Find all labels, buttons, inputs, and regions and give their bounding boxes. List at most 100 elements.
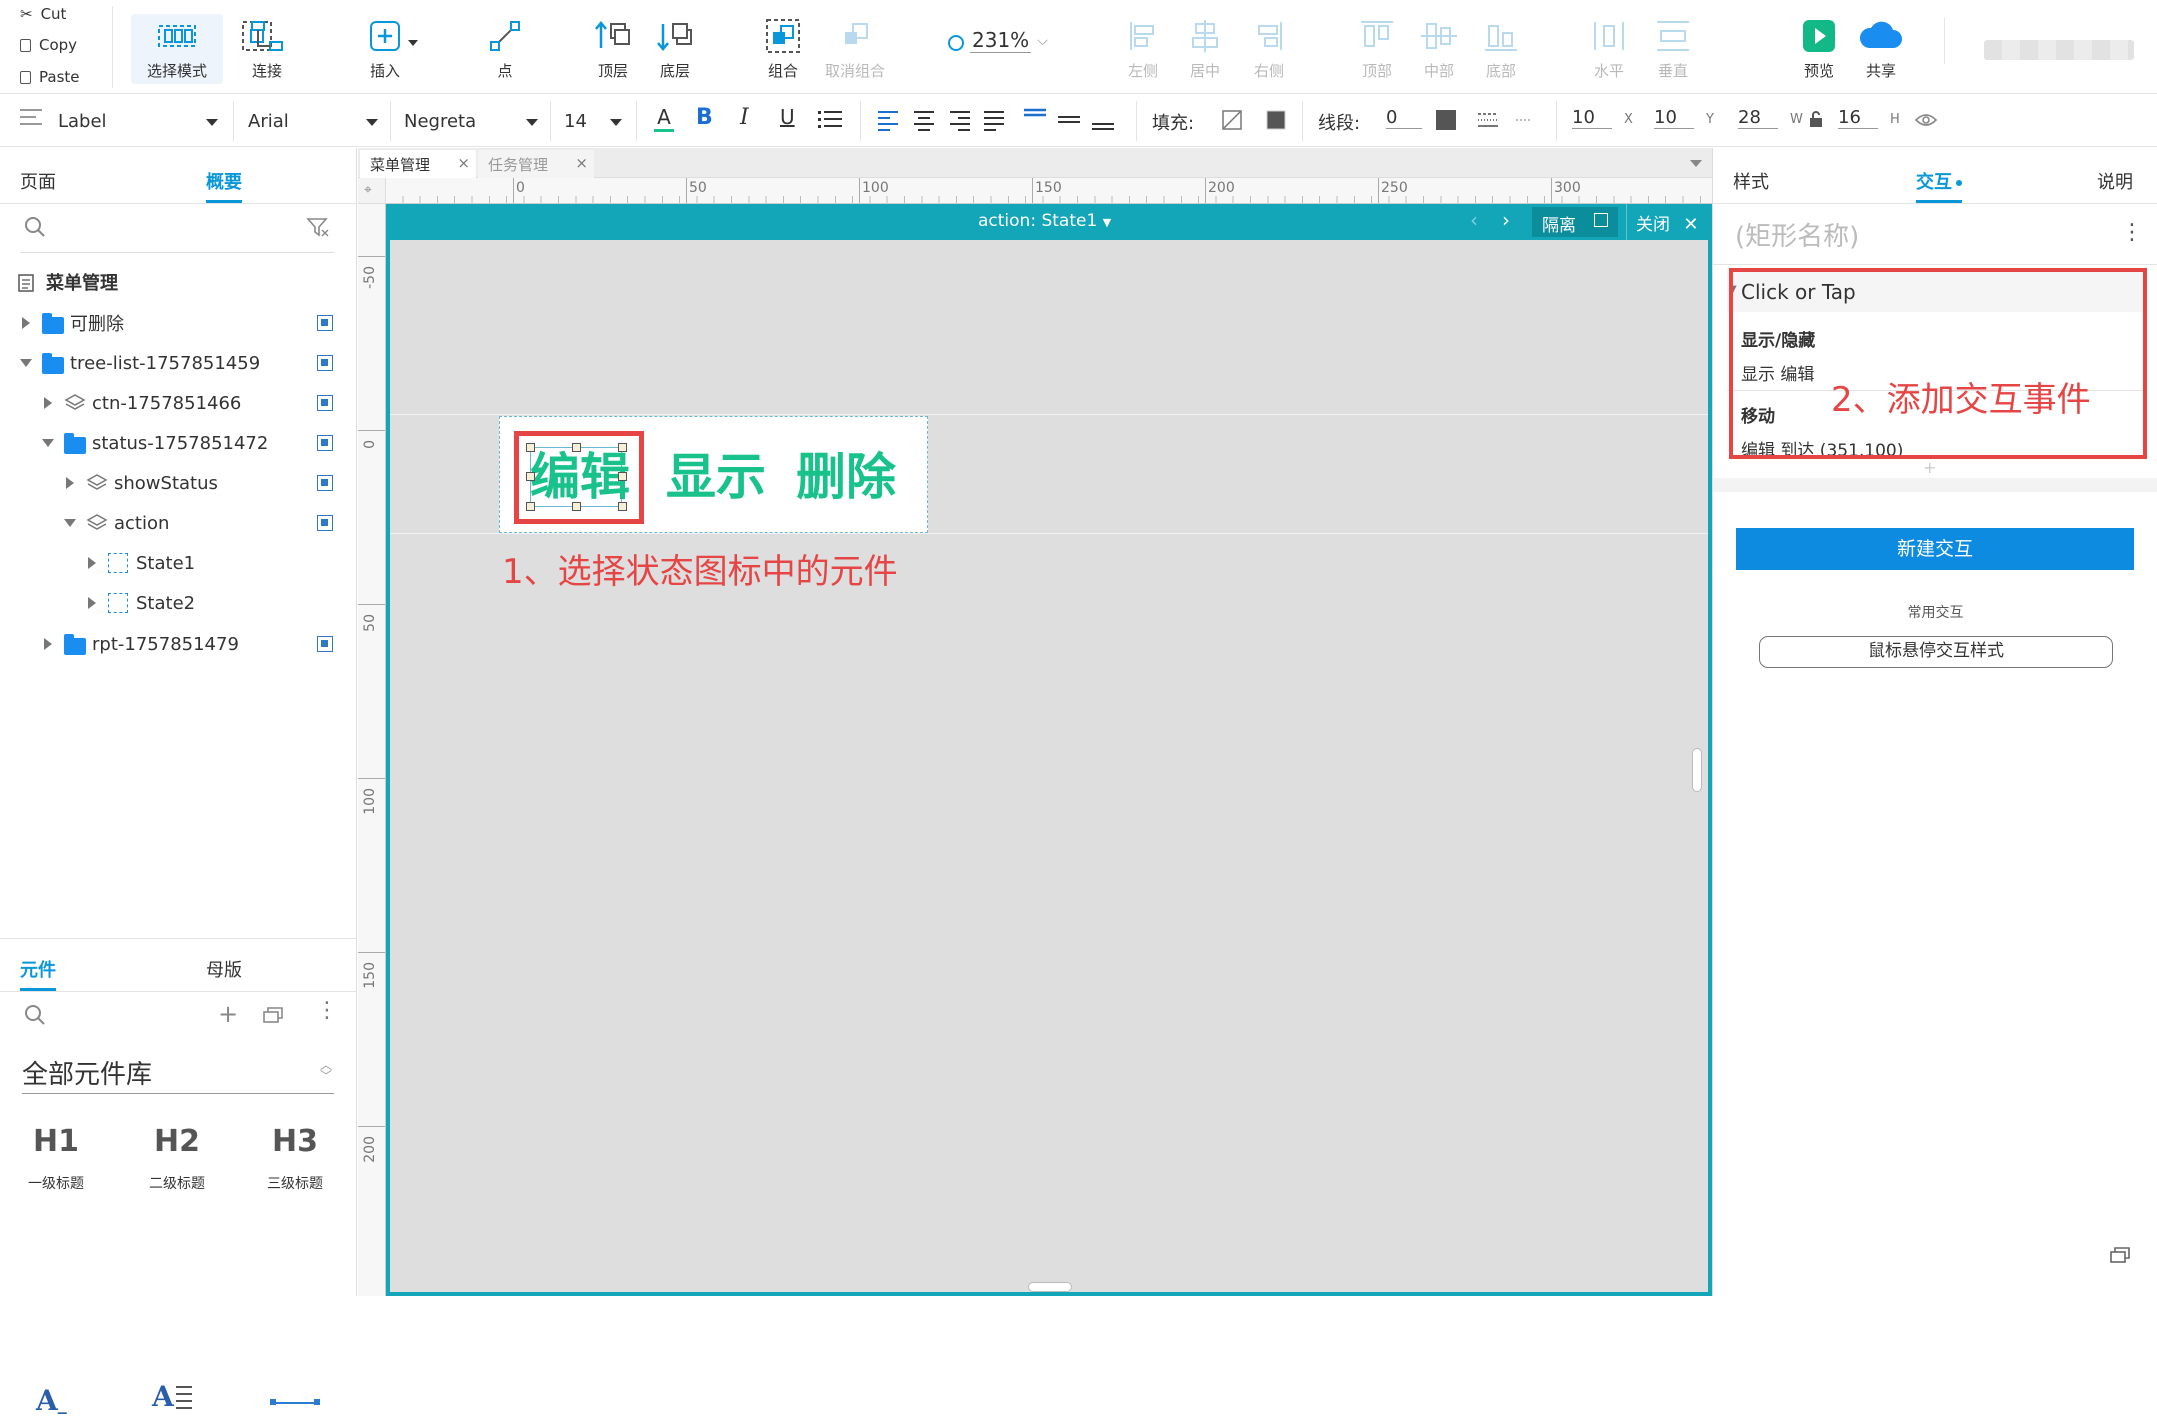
search-icon[interactable] [24, 216, 46, 238]
chevron-right-icon[interactable] [66, 477, 74, 489]
visibility-toggle-icon[interactable] [317, 435, 333, 451]
resize-handle[interactable] [526, 502, 535, 511]
widget-h3[interactable]: H3 三级标题 [264, 1124, 326, 1193]
insert-button[interactable]: 插入 [340, 14, 430, 84]
line-color-swatch-icon[interactable] [1436, 110, 1456, 130]
tab-menu-management[interactable]: 菜单管理 × [360, 150, 476, 178]
ungroup-button[interactable]: 取消组合 [810, 14, 900, 84]
tab-outline[interactable]: 概要 [206, 168, 242, 203]
font-size-select[interactable]: 14 [564, 103, 587, 139]
new-interaction-button[interactable]: 新建交互 [1736, 528, 2134, 570]
resize-handle[interactable] [572, 443, 581, 452]
chevron-right-icon[interactable] [88, 557, 96, 569]
insert-dropdown-icon[interactable] [408, 40, 418, 46]
y-input[interactable]: 10 [1654, 107, 1694, 129]
library-stack-icon[interactable] [262, 1006, 284, 1024]
share-button[interactable]: 共享 [1836, 14, 1926, 84]
restore-window-icon[interactable] [2109, 1246, 2131, 1264]
justify-text-icon[interactable] [982, 109, 1006, 131]
tree-item[interactable]: State2 [0, 583, 357, 623]
tab-task-management[interactable]: 任务管理 × [478, 150, 594, 178]
tabs-dropdown-icon[interactable] [1690, 160, 1702, 167]
tab-style[interactable]: 样式 [1733, 168, 1769, 194]
paste-button[interactable]: Paste [20, 68, 80, 86]
chevron-down-icon[interactable] [64, 519, 76, 527]
edit-text[interactable]: 编辑 [530, 447, 630, 507]
shadow-swatch-icon[interactable] [1266, 110, 1286, 130]
visibility-toggle-icon[interactable] [317, 355, 333, 371]
line-width-input[interactable]: 0 [1386, 107, 1422, 129]
close-tab-icon[interactable]: × [457, 154, 470, 172]
point-button[interactable]: 点 [460, 14, 550, 84]
chevron-right-icon[interactable] [88, 597, 96, 609]
align-bottom-button[interactable]: 底部 [1456, 14, 1546, 84]
visibility-toggle-icon[interactable] [317, 636, 333, 652]
tree-item[interactable]: rpt-1757851479 [0, 624, 357, 664]
bold-button[interactable]: B [696, 105, 713, 130]
add-library-icon[interactable]: + [218, 1000, 238, 1028]
italic-button[interactable]: I [740, 105, 749, 130]
tab-widgets[interactable]: 元件 [20, 956, 56, 991]
text-label-widget-icon[interactable]: A_ [36, 1384, 67, 1417]
tree-item[interactable]: status-1757851472 [0, 423, 357, 463]
resize-handle[interactable] [618, 472, 627, 481]
show-text[interactable]: 显示 [666, 447, 766, 507]
visibility-toggle-icon[interactable] [317, 515, 333, 531]
vertical-scrollbar-handle[interactable] [1692, 748, 1702, 792]
prev-state-icon[interactable]: ‹ [1470, 208, 1478, 232]
distribute-vertical-button[interactable]: 垂直 [1628, 14, 1718, 84]
cut-button[interactable]: ✂ Cut [20, 5, 66, 23]
resize-handle[interactable] [526, 472, 535, 481]
resize-handle[interactable] [572, 502, 581, 511]
search-icon[interactable] [24, 1004, 46, 1026]
tab-interactions[interactable]: 交互 [1916, 168, 1962, 203]
resize-handle[interactable] [526, 443, 535, 452]
style-select[interactable]: Label [58, 103, 107, 139]
align-text-center-icon[interactable] [912, 109, 936, 131]
valign-middle-icon[interactable] [1056, 107, 1082, 131]
chevron-right-icon[interactable] [44, 397, 52, 409]
chevron-down-icon[interactable] [20, 359, 32, 367]
align-right-button[interactable]: 右侧 [1224, 14, 1314, 84]
chevron-down-icon[interactable] [42, 439, 54, 447]
horizontal-line-widget-icon[interactable] [270, 1399, 320, 1405]
lock-icon[interactable] [1808, 109, 1824, 129]
tree-item[interactable]: action [0, 503, 357, 543]
add-action-icon[interactable]: + [1923, 458, 1936, 477]
more-options-icon[interactable]: ⋮ [2121, 220, 2143, 245]
height-input[interactable]: 16 [1838, 107, 1878, 129]
valign-bottom-icon[interactable] [1090, 107, 1116, 131]
horizontal-scrollbar-handle[interactable] [1028, 1282, 1072, 1292]
resize-handle[interactable] [618, 502, 627, 511]
font-weight-select[interactable]: Negreta [404, 103, 476, 139]
delete-text[interactable]: 删除 [796, 447, 896, 507]
zoom-control[interactable]: 231% ⌵ [948, 28, 1048, 53]
font-color-button[interactable]: A [654, 105, 674, 132]
more-options-icon[interactable]: ⋮ [316, 1000, 338, 1022]
copy-button[interactable]: Copy [20, 36, 77, 54]
isolate-button[interactable]: 隔离 [1532, 207, 1618, 237]
valign-top-icon[interactable] [1022, 107, 1048, 131]
user-account-avatar[interactable] [1984, 40, 2134, 60]
close-tab-icon[interactable]: × [575, 154, 588, 172]
chevron-right-icon[interactable] [44, 638, 52, 650]
align-text-right-icon[interactable] [948, 109, 972, 131]
widget-h2[interactable]: H2 二级标题 [146, 1124, 208, 1193]
send-to-back-button[interactable]: 底层 [630, 14, 720, 84]
arrow-style-icon[interactable] [1514, 110, 1534, 130]
line-pattern-icon[interactable] [1476, 110, 1500, 130]
chevron-right-icon[interactable] [22, 317, 30, 329]
library-select[interactable]: 全部元件库 ︿ ﹀ [22, 1054, 334, 1094]
underline-button[interactable]: U [780, 105, 795, 129]
tree-item[interactable]: 可删除 [0, 303, 357, 343]
next-state-icon[interactable]: › [1502, 208, 1510, 232]
tab-masters[interactable]: 母版 [206, 956, 242, 982]
bullet-list-button[interactable] [818, 111, 842, 128]
tree-item[interactable]: tree-list-1757851459 [0, 343, 357, 383]
tab-notes[interactable]: 说明 [2097, 168, 2133, 194]
shape-name-input[interactable]: (矩形名称) [1735, 216, 2115, 253]
tree-page-title[interactable]: 菜单管理 [0, 262, 357, 302]
text-paragraph-widget-icon[interactable]: A [152, 1380, 196, 1424]
widget-h1[interactable]: H1 一级标题 [26, 1124, 86, 1193]
align-text-left-icon[interactable] [876, 109, 900, 131]
